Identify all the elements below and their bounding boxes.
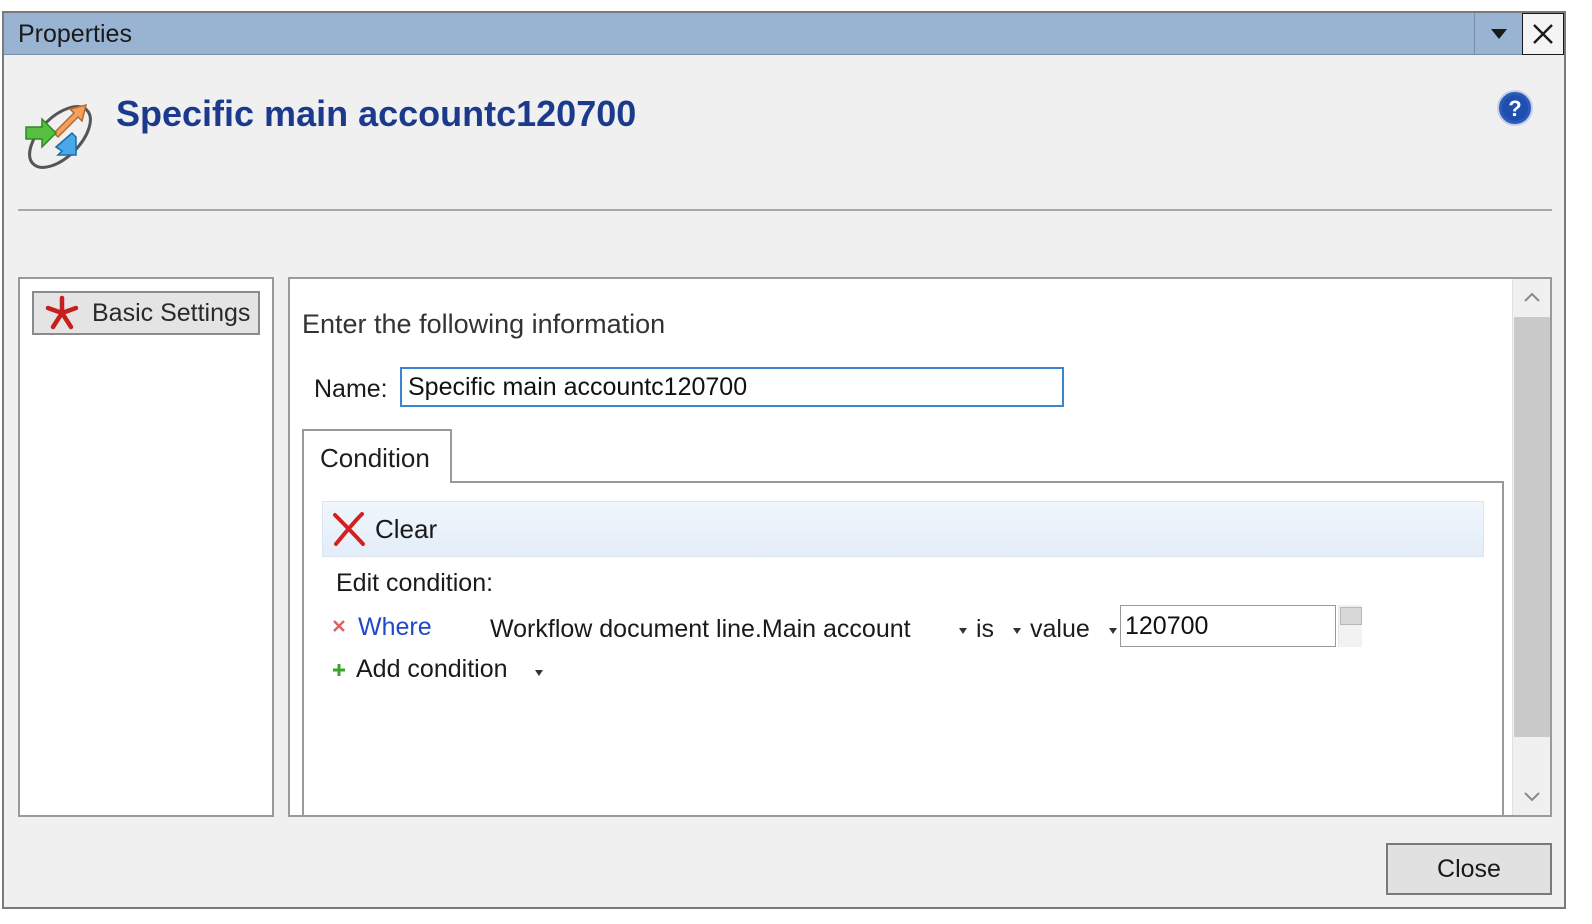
properties-dialog: Properties Specific main accountc120700 … (2, 11, 1566, 909)
nav-item-basic-settings[interactable]: Basic Settings (32, 291, 260, 335)
chevron-down-icon[interactable] (1108, 627, 1118, 635)
condition-field-selector[interactable]: Workflow document line.Main account (490, 615, 911, 644)
header-divider (18, 209, 1552, 211)
condition-tab-panel: Clear Edit condition: Where Workflow doc… (302, 481, 1504, 815)
chevron-up-icon (1524, 292, 1540, 302)
lookup-button[interactable] (1338, 605, 1362, 647)
condition-value-type-selector[interactable]: value (1030, 615, 1090, 644)
add-condition-label: Add condition (356, 655, 508, 683)
page-title: Specific main accountc120700 (116, 93, 637, 134)
condition-value-input[interactable] (1120, 605, 1336, 647)
scroll-up-button[interactable] (1513, 279, 1550, 315)
svg-text:?: ? (1508, 96, 1521, 121)
edit-condition-label: Edit condition: (336, 569, 494, 597)
lookup-knob (1340, 607, 1362, 625)
chevron-down-icon (535, 670, 543, 676)
section-heading: Enter the following information (302, 309, 666, 339)
window-close-button[interactable] (1522, 13, 1564, 55)
content-panel: Enter the following information Name: Co… (288, 277, 1552, 817)
title-bar[interactable]: Properties (4, 13, 1564, 55)
chevron-down-icon[interactable] (1012, 627, 1022, 635)
chevron-down-icon[interactable] (958, 627, 968, 635)
clear-label: Clear (375, 513, 438, 544)
close-icon (1533, 24, 1553, 44)
name-field[interactable] (400, 367, 1064, 407)
required-asterisk-icon (45, 295, 79, 330)
scroll-down-button[interactable] (1513, 779, 1550, 815)
remove-condition-icon[interactable] (332, 619, 346, 633)
plus-icon (333, 664, 345, 676)
chevron-down-icon (1524, 792, 1540, 802)
nav-item-label: Basic Settings (92, 298, 251, 327)
vertical-scrollbar[interactable] (1512, 279, 1550, 815)
caret-down-icon (1490, 29, 1507, 39)
condition-operator-selector[interactable]: is (976, 615, 994, 644)
add-condition-button[interactable]: Add condition (328, 651, 588, 691)
window-menu-button[interactable] (1474, 13, 1522, 55)
name-label: Name: (314, 375, 388, 403)
tab-condition[interactable]: Condition (302, 429, 452, 483)
help-icon[interactable]: ? (1496, 89, 1534, 127)
clear-button[interactable]: Clear (322, 501, 1484, 557)
workflow-conditional-decision-icon (25, 103, 92, 169)
close-button[interactable]: Close (1386, 843, 1552, 895)
window-title: Properties (18, 20, 132, 48)
scrollbar-thumb[interactable] (1514, 317, 1550, 737)
condition-row: Where Workflow document line.Main accoun… (328, 605, 1428, 655)
clear-x-icon (333, 512, 365, 546)
settings-nav-panel: Basic Settings (18, 277, 274, 817)
where-link[interactable]: Where (358, 613, 432, 642)
